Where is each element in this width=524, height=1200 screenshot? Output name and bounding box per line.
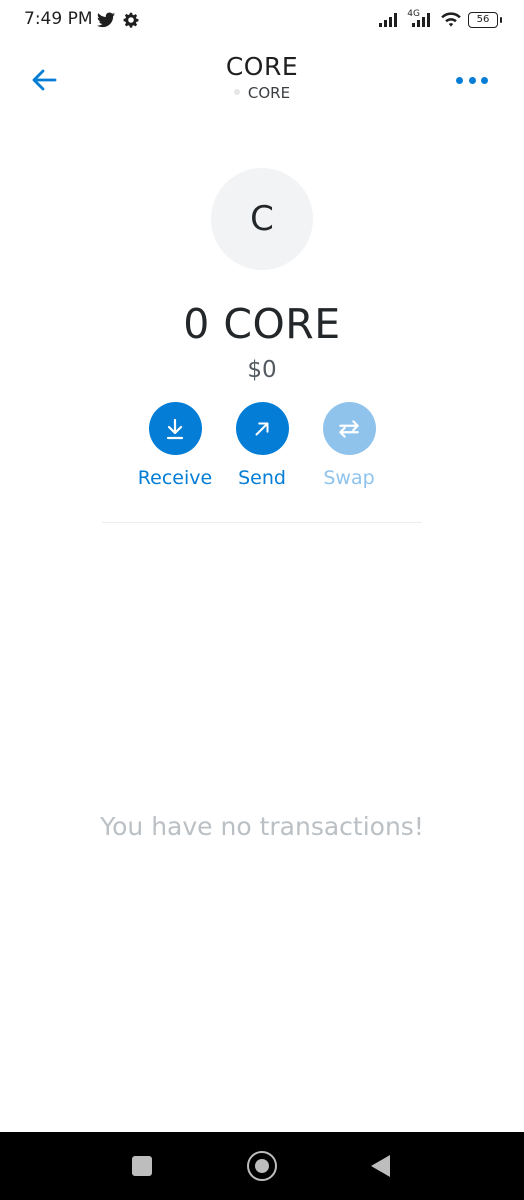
token-avatar-letter: C [250, 199, 274, 239]
wifi-icon [441, 12, 461, 27]
swap-label: Swap [323, 467, 375, 489]
swap-circle[interactable] [322, 402, 376, 455]
send-circle[interactable] [235, 402, 289, 455]
swap-button[interactable]: Swap [294, 402, 404, 489]
page-title: CORE [225, 52, 299, 81]
empty-transactions-message: You have no transactions! [100, 812, 424, 841]
system-navigation-bar [0, 1132, 524, 1200]
download-icon [166, 418, 184, 439]
fiat-balance: $0 [247, 357, 277, 383]
arrow-up-right-icon [255, 421, 269, 436]
status-system-icons: 4G 56 [379, 9, 502, 31]
status-time: 7:49 PM [24, 9, 93, 29]
network-status-dot [233, 88, 240, 95]
home-button[interactable] [247, 1151, 277, 1181]
status-bar: 7:49 PM 4G 56 [0, 0, 524, 40]
token-balance: 0 CORE [183, 300, 341, 348]
more-dot-icon [468, 76, 476, 84]
swap-icon [339, 419, 359, 438]
status-notification-icons [97, 10, 139, 30]
battery-icon: 56 [468, 12, 502, 28]
section-divider [102, 522, 422, 523]
signal-icon [379, 13, 398, 27]
settings-gear-icon [123, 12, 139, 28]
network-subtitle: CORE [0, 84, 524, 102]
more-dot-icon [481, 76, 488, 84]
receive-circle[interactable] [148, 402, 202, 455]
network-type-label: 4G [407, 9, 420, 19]
system-back-button[interactable] [371, 1155, 390, 1177]
token-avatar: C [211, 168, 313, 270]
recent-apps-button[interactable] [132, 1156, 152, 1176]
network-subtitle-label: CORE [247, 84, 291, 102]
more-options-button[interactable] [456, 68, 488, 92]
more-dot-icon [456, 76, 463, 84]
twitter-icon [97, 12, 115, 28]
